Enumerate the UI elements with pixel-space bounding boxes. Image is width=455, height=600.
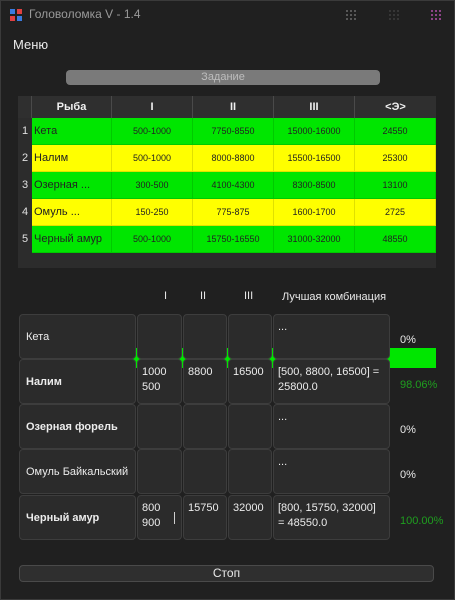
range-iii-cell[interactable]: 15500-16500: [274, 145, 355, 172]
fish-name-cell[interactable]: Озерная ...: [32, 172, 112, 199]
row-number[interactable]: 4: [18, 199, 32, 226]
range-i-cell[interactable]: 150-250: [112, 199, 193, 226]
match-percent: 0%: [400, 424, 416, 436]
stop-button[interactable]: Стоп: [19, 565, 434, 582]
value-i-input[interactable]: 1000 500: [137, 359, 182, 404]
range-ii-cell[interactable]: 775-875: [193, 199, 274, 226]
value-i-input[interactable]: 800 900: [137, 495, 182, 540]
text-cursor: [174, 512, 175, 524]
range-iii-cell[interactable]: 31000-32000: [274, 226, 355, 253]
match-percent: 100.00%: [400, 515, 444, 527]
range-ii-cell[interactable]: 7750-8550: [193, 118, 274, 145]
range-iii-cell[interactable]: 15000-16000: [274, 118, 355, 145]
value-ii-input[interactable]: [183, 314, 227, 359]
value-iii-input[interactable]: [228, 314, 272, 359]
value-iii-input[interactable]: 32000: [228, 495, 272, 540]
best-combination-cell: [500, 8800, 16500] = 25800.0: [273, 359, 390, 404]
fish-label-tile: Черный амур: [19, 495, 136, 540]
range-iii-cell[interactable]: 1600-1700: [274, 199, 355, 226]
column-header-expected[interactable]: <Э>: [355, 96, 436, 118]
value-i-input[interactable]: [137, 404, 182, 449]
row-number[interactable]: 1: [18, 118, 32, 145]
range-ii-cell[interactable]: 8000-8800: [193, 145, 274, 172]
range-i-cell[interactable]: 500-1000: [112, 226, 193, 253]
match-percent: 0%: [400, 469, 416, 481]
best-combination-cell: ...: [273, 449, 390, 494]
value-ii-input[interactable]: [183, 404, 227, 449]
best-combination-cell: ...: [273, 314, 390, 359]
row-number[interactable]: 3: [18, 172, 32, 199]
expected-cell[interactable]: 25300: [355, 145, 436, 172]
task-button[interactable]: Задание: [66, 70, 380, 85]
value-iii-input[interactable]: 16500: [228, 359, 272, 404]
fish-name-cell[interactable]: Омуль ...: [32, 199, 112, 226]
column-header-fish[interactable]: Рыба: [32, 96, 112, 118]
value-i-input[interactable]: [137, 314, 182, 359]
value-iii-input[interactable]: [228, 404, 272, 449]
range-ii-cell[interactable]: 4100-4300: [193, 172, 274, 199]
fish-label-tile: Озерная форель: [19, 404, 136, 449]
match-percent: 0%: [400, 334, 416, 346]
best-combination-header: Лучшая комбинация: [282, 291, 387, 303]
close-grid-icon[interactable]: [430, 9, 442, 21]
fish-table: Рыба I II III <Э> 1 Кета 500-1000 7750-8550…: [18, 96, 436, 368]
best-combination-cell: ...: [273, 404, 390, 449]
column-header-i[interactable]: I: [112, 96, 193, 118]
window-title: Головоломка V - 1.4: [29, 7, 141, 21]
value-ii-input[interactable]: 8800: [183, 359, 227, 404]
fish-name-cell[interactable]: Кета: [32, 118, 112, 145]
title-bar: Головоломка V - 1.4: [1, 1, 454, 29]
combo-header-iii: III: [244, 290, 254, 302]
combo-header-i: I: [164, 290, 168, 302]
match-percent: 98.06%: [400, 379, 438, 391]
row-number[interactable]: 5: [18, 226, 32, 253]
value-ii-input[interactable]: 15750: [183, 495, 227, 540]
row-number[interactable]: 2: [18, 145, 32, 172]
menu-button[interactable]: Меню: [13, 37, 48, 52]
fish-label-tile: Кета: [19, 314, 136, 359]
value-i-input[interactable]: [137, 449, 182, 494]
value-iii-input[interactable]: [228, 449, 272, 494]
expected-cell[interactable]: 13100: [355, 172, 436, 199]
corner-header: [18, 96, 32, 118]
maximize-grid-icon[interactable]: [388, 9, 400, 21]
expected-cell[interactable]: 24550: [355, 118, 436, 145]
range-iii-cell[interactable]: 8300-8500: [274, 172, 355, 199]
value-ii-input[interactable]: [183, 449, 227, 494]
best-combination-cell: [800, 15750, 32000] = 48550.0: [273, 495, 390, 540]
expected-cell[interactable]: 48550: [355, 226, 436, 253]
fish-label-tile: Налим: [19, 359, 136, 404]
expected-cell[interactable]: 2725: [355, 199, 436, 226]
column-header-ii[interactable]: II: [193, 96, 274, 118]
puzzle-app-icon: [10, 9, 22, 21]
range-i-cell[interactable]: 500-1000: [112, 118, 193, 145]
range-ii-cell[interactable]: 15750-16550: [193, 226, 274, 253]
range-i-cell[interactable]: 500-1000: [112, 145, 193, 172]
column-header-iii[interactable]: III: [274, 96, 355, 118]
fish-name-cell[interactable]: Налим: [32, 145, 112, 172]
range-i-cell[interactable]: 300-500: [112, 172, 193, 199]
fish-label-tile: Омуль Байкальский: [19, 449, 136, 494]
minimize-grid-icon[interactable]: [345, 9, 357, 21]
fish-name-cell[interactable]: Черный амур: [32, 226, 112, 253]
combo-header-ii: II: [200, 290, 207, 302]
